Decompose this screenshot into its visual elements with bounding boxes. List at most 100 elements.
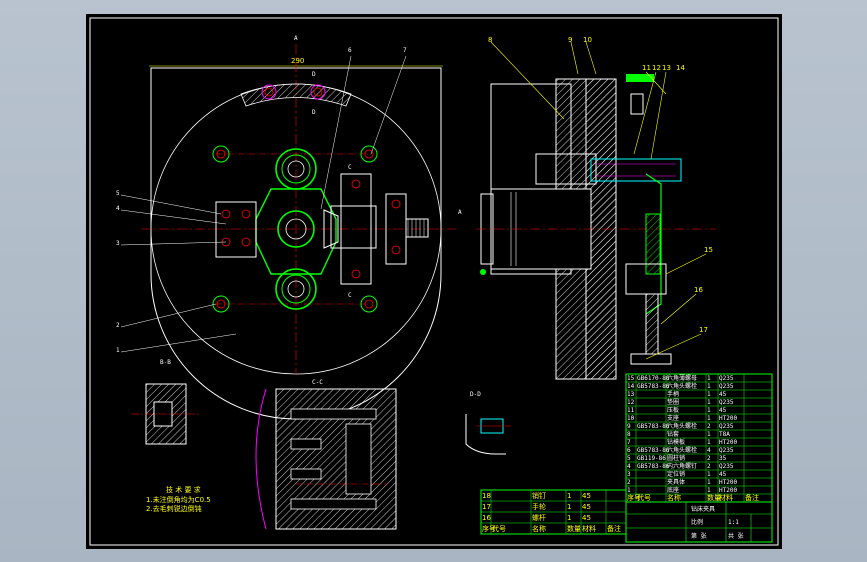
lower-bom-cell: 18 — [482, 492, 491, 500]
bom-cell: 7 — [627, 439, 631, 446]
bom-cell: 六角头螺栓 — [667, 446, 697, 454]
section-label-dd: D-D — [470, 391, 481, 398]
balloon-right-12: 12 — [652, 64, 661, 72]
tech-notes-line1: 1.未注倒角均为C0.5 — [146, 495, 211, 504]
bill-of-materials: 15 GB6170-86六角薄螺母 1 Q23514 GB5783-86六角头螺栓 1 Q2… — [625, 373, 773, 503]
side-section-view — [476, 41, 716, 380]
balloon-right-15: 15 — [704, 246, 713, 254]
bom-cell: Q235 — [719, 375, 734, 382]
lower-bom-header-cell: 备注 — [607, 524, 621, 533]
bom-cell: 1 — [707, 479, 711, 486]
bom-cell: 15 — [627, 375, 635, 382]
balloon-left-3: 3 — [116, 240, 120, 247]
svg-text:D: D — [312, 71, 316, 78]
bom-header-cell: 备注 — [745, 493, 759, 502]
width-dimension-text: 290 — [291, 57, 304, 65]
balloon-right-13: 13 — [662, 64, 671, 72]
bom-cell: 4 — [707, 447, 711, 454]
section-label-bb: B-B — [160, 359, 171, 366]
bom-cell: 1 — [707, 471, 711, 478]
scale-value: 1:1 — [728, 519, 739, 526]
lower-bom-cell: 45 — [582, 514, 591, 522]
bom-cell: 45 — [719, 391, 727, 398]
balloon-top-6: 6 — [348, 47, 352, 54]
bom-cell: 内六角螺钉 — [667, 462, 697, 470]
bom-cell: Q235 — [719, 447, 734, 454]
bom-cell: Q235 — [719, 423, 734, 430]
tech-notes-line2: 2.去毛刺锐边倒钝 — [146, 504, 202, 513]
handwheel — [405, 218, 429, 238]
bom-cell: 1 — [707, 375, 711, 382]
lower-bom-cell: 16 — [482, 514, 491, 522]
bom-cell: 45 — [719, 471, 727, 478]
bom-cell: 垫圈 — [667, 398, 679, 406]
bom-cell: 1 — [627, 487, 631, 494]
bom-cell: 压板 — [667, 406, 679, 414]
lower-bom-cell: 1 — [567, 492, 571, 500]
lower-bom-header-cell: 数量 — [567, 524, 581, 533]
bom-cell: 1 — [707, 399, 711, 406]
svg-text:C: C — [348, 164, 352, 171]
lower-bom-header-cell: 代号 — [492, 524, 506, 533]
section-cc: C-C — [255, 379, 397, 530]
sheet-count: 共 张 — [728, 532, 744, 540]
bom-cell: HT200 — [719, 479, 737, 486]
cad-viewport: 290 A D D A C C B-B C-C D-D 技 术 要 求 1.未注… — [0, 0, 867, 562]
bom-cell: 10 — [627, 415, 635, 422]
lower-bom-cell: 螺杆 — [532, 513, 546, 522]
bom-cell: GB6170-86 — [637, 375, 670, 382]
bom-cell: 4 — [627, 463, 631, 470]
page-label: 第 张 — [691, 532, 707, 540]
bom-cell: 13 — [627, 391, 635, 398]
bom-header-cell: 材料 — [719, 493, 733, 502]
bom-cell: 35 — [719, 455, 727, 462]
balloon-right-14: 14 — [676, 64, 685, 72]
balloon-top-7: 7 — [403, 47, 407, 54]
bom-cell: T8A — [719, 431, 730, 438]
bom-cell: HT200 — [719, 415, 737, 422]
svg-text:C: C — [348, 292, 352, 299]
bom-cell: 六角头螺栓 — [667, 382, 697, 390]
bom-cell: 钻模板 — [667, 438, 685, 446]
plan-view: 290 A D D A C C — [120, 35, 462, 420]
bom-cell: HT200 — [719, 487, 737, 494]
bom-cell: 8 — [627, 431, 631, 438]
balloon-left-5: 5 — [116, 190, 120, 197]
bom-cell: 1 — [707, 431, 711, 438]
bom-cell: 1 — [707, 439, 711, 446]
bom-cell: 5 — [627, 455, 631, 462]
balloon-right-10: 10 — [583, 36, 592, 44]
lower-bom-header-cell: 材料 — [582, 524, 596, 533]
bom-cell: 底座 — [667, 486, 679, 494]
balloon-right-9: 9 — [568, 36, 572, 44]
bom-cell: 14 — [627, 383, 635, 390]
bom-cell: 六角头螺栓 — [667, 422, 697, 430]
bom-header-cell: 代号 — [637, 493, 651, 502]
bom-cell: 2 — [627, 479, 631, 486]
balloon-right-17: 17 — [699, 326, 708, 334]
balloon-left-4: 4 — [116, 205, 120, 212]
lower-bom-cell: 手轮 — [532, 502, 546, 511]
scale-label: 比例 — [691, 518, 703, 526]
bom-cell: GB5783-86 — [637, 423, 670, 430]
balloon-left-1: 1 — [116, 347, 120, 354]
balloon-right-8: 8 — [488, 36, 492, 44]
tech-notes-title: 技 术 要 求 — [166, 485, 201, 494]
lower-bom-cell: 45 — [582, 492, 591, 500]
lower-bom-header-cell: 名称 — [532, 524, 546, 533]
bom-cell: 钻套 — [667, 430, 679, 438]
bom-header-cell: 名称 — [667, 493, 681, 502]
balloon-left-2: 2 — [116, 322, 120, 329]
cad-drawing: 290 A D D A C C B-B C-C D-D 技 术 要 求 1.未注… — [89, 17, 779, 546]
bom-cell: 2 — [707, 463, 711, 470]
technical-notes: 技 术 要 求 1.未注倒角均为C0.5 2.去毛刺锐边倒钝 — [146, 485, 211, 513]
bom-cell: 圆柱销 — [667, 454, 685, 462]
bom-cell: 1 — [707, 407, 711, 414]
balloon-right-16: 16 — [694, 286, 703, 294]
bom-cell: 3 — [627, 471, 631, 478]
lower-bom-cell: 17 — [482, 503, 491, 511]
bom-cell: Q235 — [719, 399, 734, 406]
bottom-knob — [630, 353, 672, 365]
lower-bom-cell: 1 — [567, 514, 571, 522]
lower-bom-cell: 1 — [567, 503, 571, 511]
